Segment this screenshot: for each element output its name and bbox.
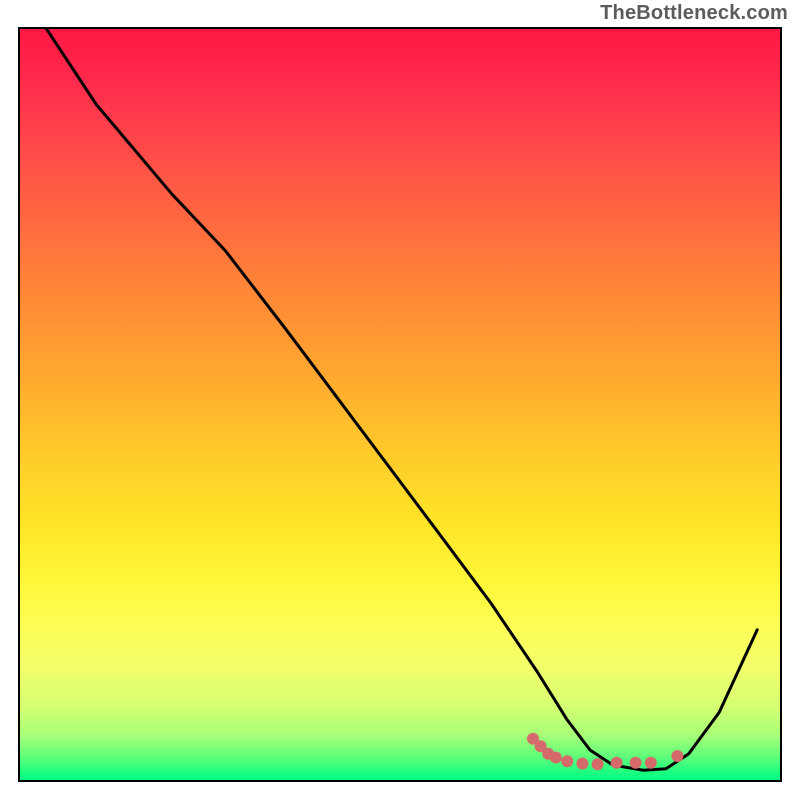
highlight-dot (630, 757, 642, 769)
plot-area (18, 27, 782, 782)
bottleneck-curve (47, 29, 758, 770)
highlight-dot (671, 750, 683, 762)
highlight-dot (645, 757, 657, 769)
chart-stage: TheBottleneck.com (0, 0, 800, 800)
watermark-text: TheBottleneck.com (600, 2, 788, 25)
highlight-dot (561, 755, 573, 767)
highlight-dot (592, 758, 604, 770)
highlight-dot (576, 758, 588, 770)
highlight-dot (611, 757, 623, 769)
highlight-dots (527, 733, 683, 771)
highlight-dot (550, 752, 562, 764)
curve-svg (20, 29, 780, 780)
